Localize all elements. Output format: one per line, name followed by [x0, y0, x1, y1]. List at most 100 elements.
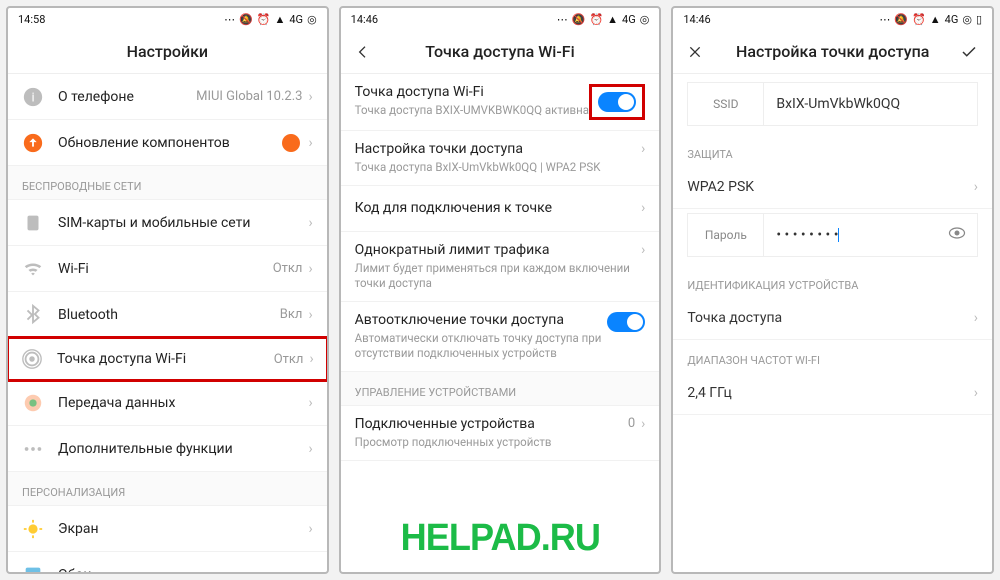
- hotspot-icon: [21, 348, 43, 370]
- net-label: 4G: [289, 13, 303, 26]
- row-label: Настройка точки доступа: [355, 141, 641, 157]
- screen-settings: 14:58 ⋯ 🔕 ⏰ ▲ 4G ◎ Настройки i О телефон…: [6, 6, 329, 574]
- update-icon: [22, 132, 44, 154]
- password-input[interactable]: • • • • • • • •: [764, 227, 937, 243]
- close-icon: [687, 44, 703, 60]
- signal-icon: ▲: [274, 13, 285, 26]
- confirm-button[interactable]: [946, 30, 992, 73]
- data-icon: [22, 392, 44, 414]
- chevron-icon: ›: [641, 416, 645, 432]
- row-about[interactable]: i О телефоне MIUI Global 10.2.3 ›: [8, 74, 327, 120]
- row-more[interactable]: Дополнительные функции ›: [8, 426, 327, 472]
- row-label: Точка доступа Wi-Fi: [355, 84, 590, 100]
- row-value: Откл: [274, 352, 304, 367]
- row-hotspot-config[interactable]: Настройка точки доступа Точка доступа Bx…: [341, 131, 660, 186]
- row-limit[interactable]: Однократный лимит трафика Лимит будет пр…: [341, 232, 660, 302]
- row-sim[interactable]: SIM-карты и мобильные сети ›: [8, 200, 327, 246]
- highlight-box: [589, 84, 645, 120]
- config-form: SSID BxIX-UmVkbWk0QQ ЗАЩИТА WPA2 PSK › П…: [673, 74, 992, 572]
- row-label: Дополнительные функции: [58, 441, 308, 457]
- back-button[interactable]: [341, 30, 385, 73]
- section-devices: УПРАВЛЕНИЕ УСТРОЙСТВАМИ: [341, 372, 660, 406]
- row-update[interactable]: Обновление компонентов ›: [8, 120, 327, 166]
- row-value: Откл: [273, 261, 303, 276]
- chevron-icon: ›: [308, 395, 312, 411]
- row-sub: Точка доступа BXIX-UMVKBWK0QQ активна: [355, 103, 590, 118]
- row-hotspot[interactable]: Точка доступа Wi-Fi Откл ›: [8, 336, 327, 382]
- ssid-input[interactable]: BxIX-UmVkbWk0QQ: [764, 96, 977, 112]
- hotspot-icon: ◎: [307, 13, 317, 26]
- text-caret: [838, 228, 839, 242]
- field-label: SSID: [688, 83, 764, 125]
- row-label: Автоотключение точки доступа: [355, 312, 608, 328]
- clock: 14:46: [683, 13, 710, 26]
- chevron-icon: ›: [308, 521, 312, 537]
- row-label: Обновление компонентов: [58, 135, 282, 151]
- section-wireless: БЕСПРОВОДНЫЕ СЕТИ: [8, 166, 327, 200]
- device-id-value: Точка доступа: [687, 310, 782, 326]
- security-value: WPA2 PSK: [687, 179, 754, 195]
- field-password[interactable]: Пароль • • • • • • • •: [687, 213, 978, 257]
- chevron-icon: ›: [309, 351, 313, 367]
- row-device-id[interactable]: Точка доступа ›: [673, 296, 992, 340]
- row-label: О телефоне: [58, 89, 196, 105]
- chevron-icon: ›: [308, 89, 312, 105]
- row-wallpaper[interactable]: Обои ›: [8, 552, 327, 572]
- sim-icon: [22, 212, 44, 234]
- row-label: Wi-Fi: [58, 261, 273, 277]
- row-auto-off[interactable]: Автоотключение точки доступа Автоматичес…: [341, 302, 660, 372]
- row-security[interactable]: WPA2 PSK ›: [673, 165, 992, 209]
- status-bar: 14:46 ⋯🔕⏰▲ 4G◎: [341, 8, 660, 30]
- section-band: ДИАПАЗОН ЧАСТОТ WI-FI: [673, 340, 992, 371]
- row-data[interactable]: Передача данных ›: [8, 380, 327, 426]
- hotspot-toggle[interactable]: [598, 92, 636, 112]
- page-title: Настройка точки доступа: [736, 42, 929, 61]
- row-label: Экран: [58, 521, 308, 537]
- auto-off-toggle[interactable]: [607, 312, 645, 332]
- chevron-icon: ›: [308, 261, 312, 277]
- chevron-icon: ›: [308, 135, 312, 151]
- row-qr[interactable]: Код для подключения к точке ›: [341, 186, 660, 232]
- row-band[interactable]: 2,4 ГГц ›: [673, 371, 992, 415]
- header: Настройки: [8, 30, 327, 74]
- row-bluetooth[interactable]: Bluetooth Вкл ›: [8, 292, 327, 338]
- row-value: Вкл: [280, 307, 303, 322]
- clock: 14:58: [18, 13, 45, 26]
- eye-icon: [947, 223, 967, 243]
- wifi-icon: [22, 258, 44, 280]
- svg-text:i: i: [31, 90, 34, 105]
- row-label: Код для подключения к точке: [355, 200, 641, 216]
- chevron-icon: ›: [974, 385, 978, 401]
- row-sub: Точка доступа BxIX-UmVkbWk0QQ | WPA2 PSK: [355, 160, 641, 175]
- row-label: Обои: [58, 567, 308, 573]
- field-ssid[interactable]: SSID BxIX-UmVkbWk0QQ: [687, 82, 978, 126]
- chevron-icon: ›: [641, 141, 645, 157]
- page-title: Настройки: [127, 42, 208, 61]
- band-value: 2,4 ГГц: [687, 385, 731, 401]
- chevron-icon: ›: [641, 242, 645, 258]
- chevron-icon: ›: [974, 179, 978, 195]
- chevron-icon: ›: [308, 441, 312, 457]
- battery-icon: ▯: [976, 13, 982, 26]
- screen-hotspot: 14:46 ⋯🔕⏰▲ 4G◎ Точка доступа Wi-Fi Точка…: [339, 6, 662, 574]
- row-connected[interactable]: Подключенные устройства Просмотр подключ…: [341, 406, 660, 461]
- row-display[interactable]: Экран ›: [8, 506, 327, 552]
- close-button[interactable]: [673, 30, 717, 73]
- row-hotspot-toggle[interactable]: Точка доступа Wi-Fi Точка доступа BXIX-U…: [341, 74, 660, 131]
- info-icon: i: [22, 86, 44, 108]
- alarm-icon: ⏰: [257, 13, 271, 26]
- header: Точка доступа Wi-Fi: [341, 30, 660, 74]
- section-security: ЗАЩИТА: [673, 134, 992, 165]
- back-icon: [355, 44, 371, 60]
- field-label: Пароль: [688, 214, 764, 256]
- status-bar: 14:58 ⋯ 🔕 ⏰ ▲ 4G ◎: [8, 8, 327, 30]
- update-badge: [282, 134, 300, 152]
- section-id: ИДЕНТИФИКАЦИЯ УСТРОЙСТВА: [673, 265, 992, 296]
- row-wifi[interactable]: Wi-Fi Откл ›: [8, 246, 327, 292]
- row-label: SIM-карты и мобильные сети: [58, 215, 308, 231]
- bluetooth-icon: [22, 304, 44, 326]
- settings-list: i О телефоне MIUI Global 10.2.3 › Обновл…: [8, 74, 327, 572]
- status-bar: 14:46 ⋯🔕⏰▲ 4G◎▯: [673, 8, 992, 30]
- show-password-button[interactable]: [937, 223, 977, 247]
- row-label: Однократный лимит трафика: [355, 242, 641, 258]
